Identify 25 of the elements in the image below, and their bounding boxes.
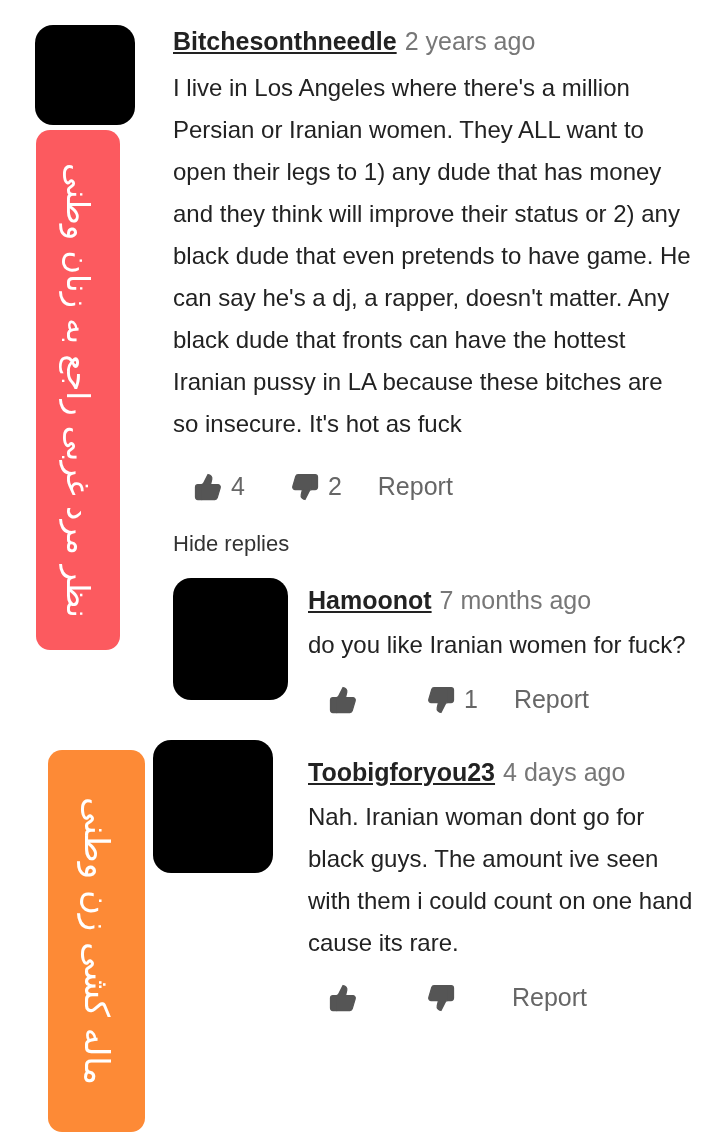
comment-text: do you like Iranian women for fuck? [308,630,687,660]
username-link[interactable]: Hamoonot [308,584,432,616]
thumbs-up-icon[interactable] [193,472,223,502]
hide-replies-button[interactable]: Hide replies [173,527,290,560]
thumbs-down-icon[interactable] [426,983,456,1013]
avatar[interactable] [35,25,135,125]
annotation-label: ماله کشی زن وطنی [48,750,145,1132]
comment-text: Nah. Iranian woman dont go for black guys. The amount ive seen with them i could count on one hand cause its rare. [308,802,693,958]
thumbs-down-icon[interactable] [426,685,456,715]
comment-time: 7 months ago [439,585,592,616]
report-link[interactable]: Report [377,468,453,506]
thumbs-up-icon[interactable] [328,685,358,715]
comment-time: 4 days ago [503,757,626,788]
username-link[interactable]: Toobigforyou23 [308,756,496,788]
comment-time: 2 years ago [404,26,536,57]
report-link[interactable]: Report [513,681,589,719]
like-count: 4 [231,471,245,503]
username-link[interactable]: Bitchesonthneedle [173,25,397,57]
thumbs-down-icon[interactable] [289,472,320,502]
annotation-label: نظر مرد غربی راجع به زنان وطنی [36,130,120,650]
dislike-count: 2 [327,471,342,503]
dislike-count: 1 [464,684,478,716]
report-link[interactable]: Report [512,979,588,1017]
thumbs-up-icon[interactable] [328,983,358,1013]
comment-text: I live in Los Angeles where there's a million Persian or Iranian women. They ALL want to open their legs to 1) any dude that has money and they think will improve their status or 2) any black dude that even pretends to have game. He can say he's a dj, a rapper, doesn't matter. Any black dude that fronts can have the hottest Iranian pussy in LA because these bitches are so insecure. It's hot as fuck [173,73,692,439]
